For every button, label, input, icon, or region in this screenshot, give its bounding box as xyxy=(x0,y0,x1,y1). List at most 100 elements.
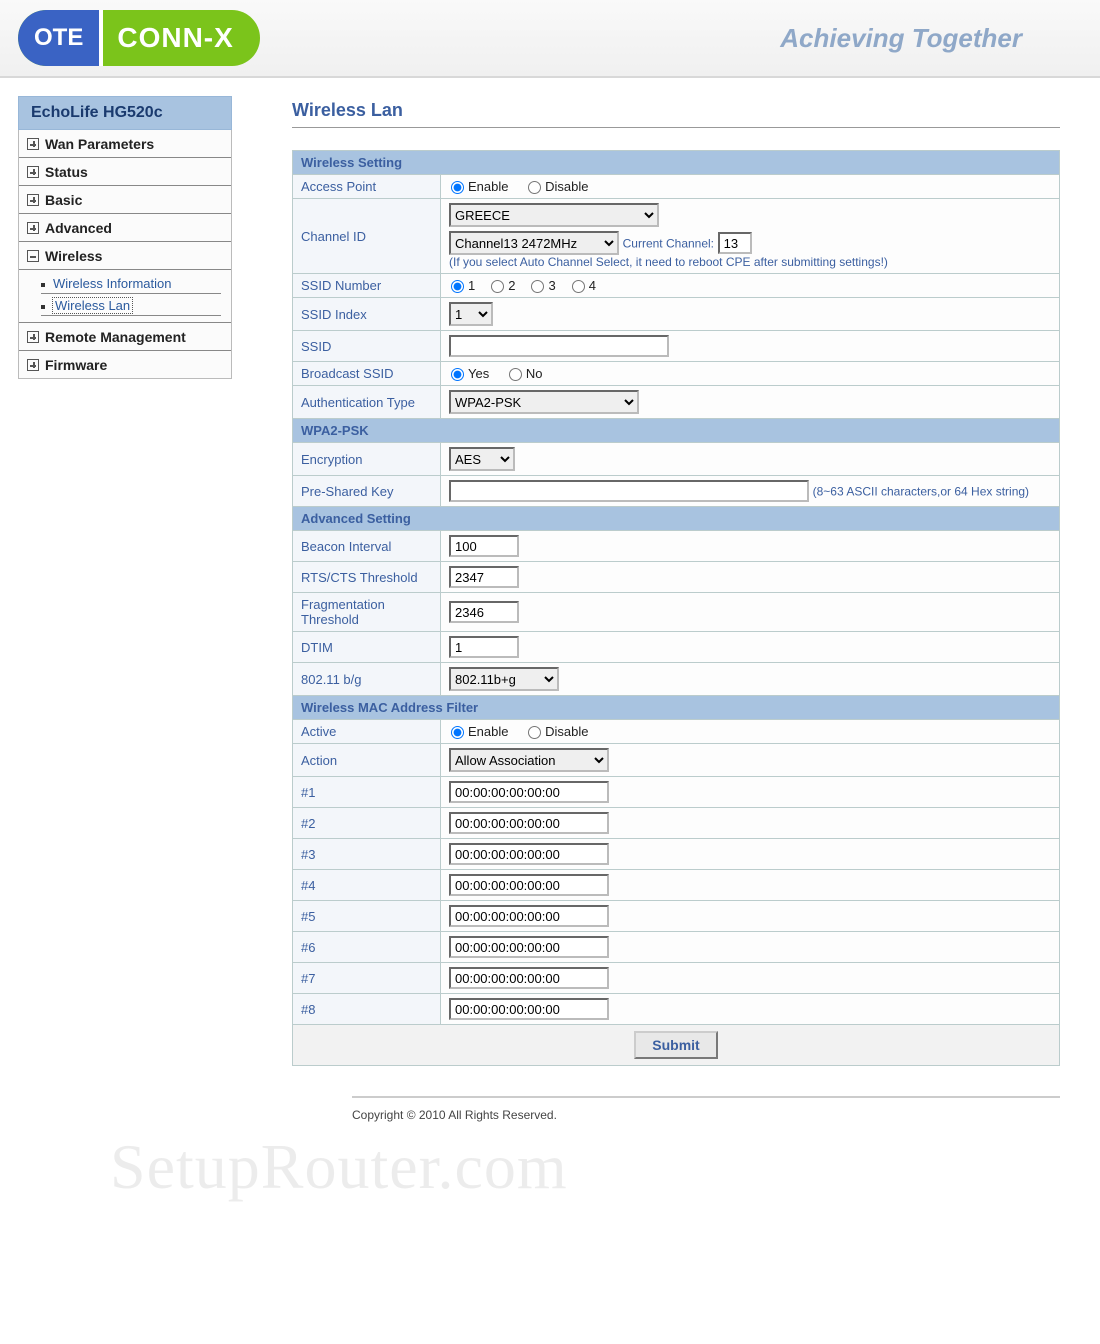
input-mac-4[interactable] xyxy=(449,874,609,896)
input-current-channel xyxy=(718,232,752,254)
logo-connx: CONN-X xyxy=(103,22,259,54)
radio-mac-enable-input[interactable] xyxy=(451,726,464,739)
input-rts[interactable] xyxy=(449,566,519,588)
select-mac-action[interactable]: Allow Association xyxy=(449,748,609,772)
divider xyxy=(292,127,1060,128)
input-beacon[interactable] xyxy=(449,535,519,557)
select-auth-type[interactable]: WPA2-PSK xyxy=(449,390,639,414)
nav-item-label: Status xyxy=(45,164,88,180)
label-ssid-number: SSID Number xyxy=(293,274,441,298)
subnav-item[interactable]: Wireless Information xyxy=(41,272,221,294)
nav-item[interactable]: Wan Parameters xyxy=(19,130,231,158)
radio-ap-disable-input[interactable] xyxy=(528,181,541,194)
section-advanced: Advanced Setting xyxy=(293,507,1060,531)
page-title: Wireless Lan xyxy=(292,100,1060,121)
radio-ssid-1[interactable]: 1 xyxy=(449,278,475,293)
subnav: Wireless Information Wireless Lan xyxy=(19,270,231,323)
input-mac-2[interactable] xyxy=(449,812,609,834)
label-mac-1: #1 xyxy=(293,777,441,808)
subnav-item-label: Wireless Information xyxy=(53,276,171,291)
input-mac-8[interactable] xyxy=(449,998,609,1020)
select-encryption[interactable]: AES xyxy=(449,447,515,471)
radio-ssid-3-input[interactable] xyxy=(531,280,544,293)
label-mac-2: #2 xyxy=(293,808,441,839)
input-frag[interactable] xyxy=(449,601,519,623)
nav-item[interactable]: Remote Management xyxy=(19,323,231,351)
label-mac-action: Action xyxy=(293,744,441,777)
label-mac-7: #7 xyxy=(293,963,441,994)
select-channel[interactable]: Channel13 2472MHz xyxy=(449,231,619,255)
label-mac-5: #5 xyxy=(293,901,441,932)
label-frag: Fragmentation Threshold xyxy=(293,593,441,632)
radio-bcast-yes-input[interactable] xyxy=(451,368,464,381)
select-ssid-index[interactable]: 1 xyxy=(449,302,493,326)
label-psk: Pre-Shared Key xyxy=(293,476,441,507)
label-mode: 802.11 b/g xyxy=(293,663,441,696)
radio-ssid-4-input[interactable] xyxy=(572,280,585,293)
label-current-channel: Current Channel: xyxy=(623,237,714,251)
nav-item-label: Wireless xyxy=(45,248,102,264)
input-mac-3[interactable] xyxy=(449,843,609,865)
radio-ap-enable-input[interactable] xyxy=(451,181,464,194)
select-mode[interactable]: 802.11b+g xyxy=(449,667,559,691)
plus-icon xyxy=(27,138,39,150)
label-mac-active: Active xyxy=(293,720,441,744)
radio-bcast-no-input[interactable] xyxy=(509,368,522,381)
radio-mac-disable-input[interactable] xyxy=(528,726,541,739)
label-mac-8: #8 xyxy=(293,994,441,1025)
main: Wireless Lan Wireless Setting Access Poi… xyxy=(232,78,1100,1162)
tagline: Achieving Together xyxy=(780,23,1022,54)
input-ssid[interactable] xyxy=(449,335,669,357)
hint-psk: (8~63 ASCII characters,or 64 Hex string) xyxy=(813,485,1029,499)
header: OTE CONN-X Achieving Together xyxy=(0,0,1100,78)
input-mac-7[interactable] xyxy=(449,967,609,989)
radio-mac-disable[interactable]: Disable xyxy=(526,724,588,739)
nav-item[interactable]: Advanced xyxy=(19,214,231,242)
subnav-item-label: Wireless Lan xyxy=(53,298,132,313)
label-mac-3: #3 xyxy=(293,839,441,870)
radio-ap-enable[interactable]: Enable xyxy=(449,179,508,194)
radio-bcast-no[interactable]: No xyxy=(507,366,543,381)
logo: OTE CONN-X xyxy=(18,10,260,66)
nav-item[interactable]: Wireless xyxy=(19,242,231,270)
nav-item-label: Remote Management xyxy=(45,329,186,345)
plus-icon xyxy=(27,331,39,343)
submit-button[interactable]: Submit xyxy=(634,1031,717,1059)
label-beacon: Beacon Interval xyxy=(293,531,441,562)
nav-item-label: Firmware xyxy=(45,357,107,373)
radio-ssid-1-input[interactable] xyxy=(451,280,464,293)
radio-ap-disable[interactable]: Disable xyxy=(526,179,588,194)
radio-ssid-2[interactable]: 2 xyxy=(489,278,515,293)
radio-ssid-3[interactable]: 3 xyxy=(529,278,555,293)
radio-mac-enable[interactable]: Enable xyxy=(449,724,508,739)
section-wpa2: WPA2-PSK xyxy=(293,419,1060,443)
plus-icon xyxy=(27,166,39,178)
label-auth-type: Authentication Type xyxy=(293,386,441,419)
radio-bcast-yes[interactable]: Yes xyxy=(449,366,489,381)
section-wireless-setting: Wireless Setting xyxy=(293,151,1060,175)
input-mac-5[interactable] xyxy=(449,905,609,927)
nav-item[interactable]: Status xyxy=(19,158,231,186)
label-channel-id: Channel ID xyxy=(293,199,441,274)
radio-ssid-2-input[interactable] xyxy=(491,280,504,293)
bullet-icon xyxy=(41,305,45,309)
nav-item[interactable]: Basic xyxy=(19,186,231,214)
subnav-item[interactable]: Wireless Lan xyxy=(41,294,221,316)
label-dtim: DTIM xyxy=(293,632,441,663)
radio-ssid-4[interactable]: 4 xyxy=(570,278,596,293)
sidebar-title: EchoLife HG520c xyxy=(18,96,232,130)
input-mac-1[interactable] xyxy=(449,781,609,803)
section-mac-filter: Wireless MAC Address Filter xyxy=(293,696,1060,720)
bullet-icon xyxy=(41,283,45,287)
input-dtim[interactable] xyxy=(449,636,519,658)
nav-item-label: Wan Parameters xyxy=(45,136,154,152)
label-rts: RTS/CTS Threshold xyxy=(293,562,441,593)
logo-ote: OTE xyxy=(18,10,103,66)
note-channel: (If you select Auto Channel Select, it n… xyxy=(449,255,1051,269)
input-psk[interactable] xyxy=(449,480,809,502)
select-country[interactable]: GREECE xyxy=(449,203,659,227)
nav-item-label: Advanced xyxy=(45,220,112,236)
input-mac-6[interactable] xyxy=(449,936,609,958)
label-encryption: Encryption xyxy=(293,443,441,476)
nav-item[interactable]: Firmware xyxy=(19,351,231,378)
